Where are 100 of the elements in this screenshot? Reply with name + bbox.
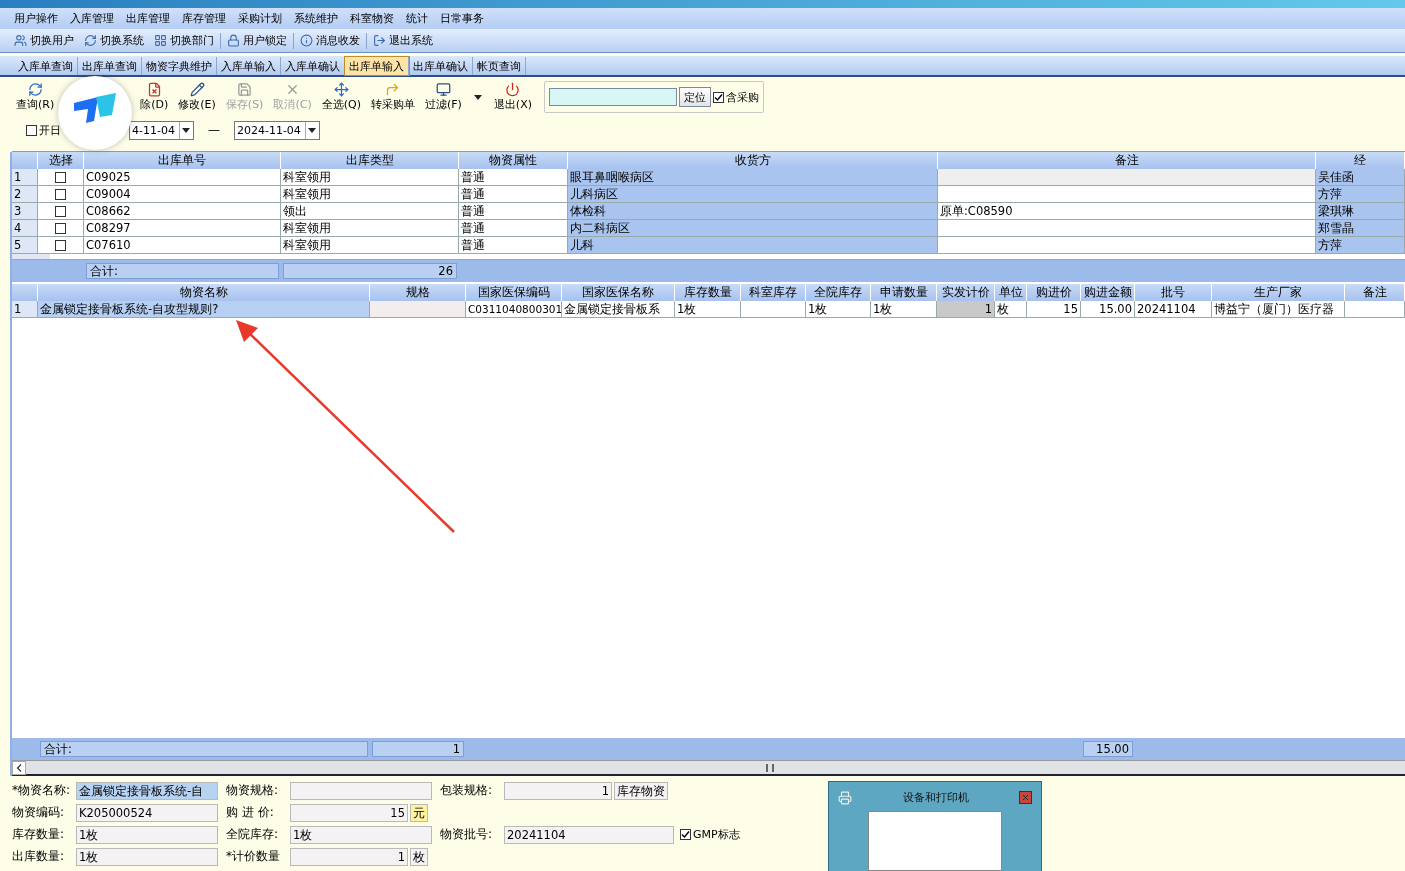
menu-item[interactable]: 科室物资 (344, 11, 400, 26)
locate-field[interactable] (549, 88, 677, 106)
menu-item[interactable]: 采购计划 (232, 11, 288, 26)
table-cell: 1枚 (675, 301, 741, 318)
save-icon (237, 82, 253, 97)
input-field[interactable]: 1枚 (76, 825, 218, 844)
input-field[interactable]: 20241104 (504, 825, 674, 844)
tab[interactable]: 入库单查询 (14, 57, 78, 75)
horizontal-scrollbar[interactable] (12, 760, 1405, 776)
action-button[interactable]: 查询(R) (12, 82, 59, 112)
input-field[interactable]: 15 (290, 803, 408, 822)
action-button[interactable]: 修改(E) (174, 82, 220, 112)
toolbar-button[interactable]: 退出系统 (369, 33, 437, 48)
monitor-icon (435, 82, 451, 97)
row-number: 5 (12, 237, 38, 254)
users-icon (14, 34, 27, 47)
tab[interactable]: 物资字典维护 (142, 57, 217, 75)
field-label: 包装规格: (440, 782, 494, 799)
menu-item[interactable]: 日常事务 (434, 11, 490, 26)
toolbar-button[interactable]: 用户锁定 (223, 33, 291, 48)
table-cell: 金属锁定接骨板系统-自攻型规则? (38, 301, 370, 318)
toolbar-button[interactable]: 消息收发 (296, 33, 364, 48)
scroll-left-button[interactable] (12, 760, 26, 775)
table-cell: 1 (937, 301, 995, 318)
include-purchase-checkbox[interactable]: 含采购 (713, 89, 759, 105)
table-cell: 15 (1027, 301, 1081, 318)
action-button[interactable]: 过滤(F) (420, 82, 466, 112)
field-label: 库存数量: (12, 826, 66, 843)
toolbar-button[interactable]: 切换系统 (80, 33, 148, 48)
row-checkbox[interactable] (55, 222, 66, 234)
action-button[interactable]: 除(D) (136, 82, 173, 112)
column-header: 购进价 (1027, 284, 1081, 301)
toolbar-button[interactable]: 切换部门 (150, 33, 218, 48)
scroll-grip-icon[interactable] (766, 763, 774, 772)
menu-item[interactable]: 统计 (400, 11, 434, 26)
input-field[interactable]: 1 (290, 847, 408, 866)
date-field[interactable]: 4-11-04 (129, 120, 194, 140)
column-header: 规格 (370, 284, 466, 301)
tab[interactable]: 出库单查询 (78, 57, 142, 75)
input-field[interactable]: 1 (504, 781, 612, 800)
column-header: 申请数量 (871, 284, 937, 301)
column-header: 库存数量 (675, 284, 741, 301)
chevron-left-icon (16, 763, 22, 772)
logout-icon (373, 34, 386, 47)
table-cell: 20241104 (1135, 301, 1212, 318)
check-icon (681, 830, 690, 839)
column-header: 单位 (995, 284, 1027, 301)
input-field[interactable]: 1枚 (76, 847, 218, 866)
column-header: 生产厂家 (1212, 284, 1345, 301)
table-cell: 普通 (459, 203, 568, 220)
app-bubble[interactable] (58, 76, 132, 150)
start-date-checkbox[interactable]: 开日 (26, 122, 61, 138)
stock-item-button[interactable]: 库存物资 (614, 781, 668, 800)
close-icon (1021, 793, 1030, 802)
menu-item[interactable]: 用户操作 (8, 11, 64, 26)
row-checkbox[interactable] (55, 171, 66, 183)
gmp-checkbox[interactable]: GMP标志 (680, 827, 740, 842)
column-header: 物资名称 (38, 284, 370, 301)
menu-item[interactable]: 出库管理 (120, 11, 176, 26)
tab[interactable]: 帐页查询 (473, 57, 526, 75)
action-button[interactable]: 退出(X) (489, 82, 536, 112)
table-cell: 枚 (995, 301, 1027, 318)
menu-item[interactable]: 系统维护 (288, 11, 344, 26)
preview-title: 设备和打印机 (902, 790, 969, 805)
table-cell (741, 301, 806, 318)
table-cell (1345, 301, 1405, 318)
check-icon (714, 92, 723, 102)
toolbar-button[interactable]: 切换用户 (10, 33, 78, 48)
turn-arrow-icon (385, 82, 401, 97)
row-number: 1 (12, 301, 38, 318)
input-field[interactable]: 金属锁定接骨板系统-自 (76, 781, 218, 800)
close-button[interactable] (1019, 791, 1032, 804)
total-label: 合计: (40, 741, 368, 757)
column-header: 出库类型 (281, 152, 459, 169)
action-button[interactable]: 全选(Q) (317, 82, 365, 112)
table-cell: 眼耳鼻咽喉病区 (568, 169, 938, 186)
refresh-icon (27, 82, 43, 97)
action-button[interactable]: 转采购单 (366, 82, 419, 112)
tab[interactable]: 入库单输入 (217, 57, 281, 75)
column-header: 科室库存 (741, 284, 806, 301)
input-field[interactable]: K205000524 (76, 803, 218, 822)
caret-icon[interactable] (473, 94, 482, 100)
column-header: 国家医保编码 (466, 284, 562, 301)
table-cell: 梁琪琳 (1316, 203, 1405, 220)
menu-item[interactable]: 库存管理 (176, 11, 232, 26)
tab[interactable]: 出库单输入 (345, 57, 409, 75)
input-field[interactable] (290, 781, 432, 800)
menu-item[interactable]: 入库管理 (64, 11, 120, 26)
total-value: 26 (283, 263, 457, 279)
printer-icon (838, 790, 852, 805)
row-number: 1 (12, 169, 38, 186)
field-label: 物资规格: (226, 782, 280, 799)
row-checkbox[interactable] (55, 205, 66, 217)
total-value: 15.00 (1083, 741, 1133, 757)
row-checkbox[interactable] (55, 239, 66, 251)
locate-button[interactable]: 定位 (679, 87, 711, 107)
input-field[interactable]: 1枚 (290, 825, 432, 844)
date-field[interactable]: 2024-11-04 (233, 120, 320, 140)
tab[interactable]: 出库单确认 (409, 57, 473, 75)
row-checkbox[interactable] (55, 188, 66, 200)
